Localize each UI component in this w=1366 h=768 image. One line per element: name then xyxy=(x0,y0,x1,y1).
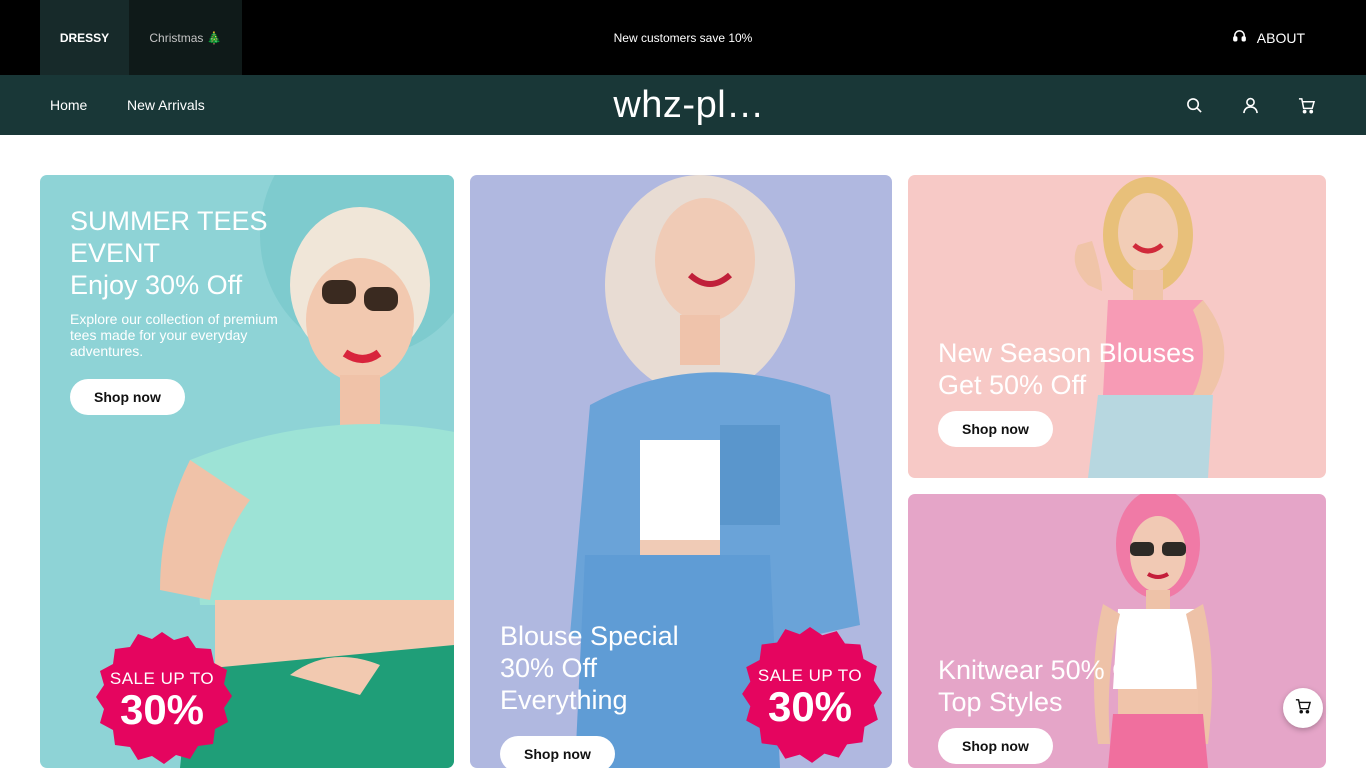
shop-now-button[interactable]: Shop now xyxy=(500,736,615,768)
cart-icon xyxy=(1295,698,1312,719)
sale-badge: SALE UP TO 30% xyxy=(738,625,882,768)
shop-now-button[interactable]: Shop now xyxy=(70,379,185,415)
banner-title-line: Get 50% Off xyxy=(938,370,1087,400)
banner-title-line: Everything xyxy=(500,685,628,715)
banner-text: Knitwear 50% Off Top Styles Shop now xyxy=(938,654,1198,764)
banner-title-line: Top Styles xyxy=(938,687,1063,717)
shop-now-button[interactable]: Shop now xyxy=(938,411,1053,447)
banner-title-line: Enjoy 30% Off xyxy=(70,270,243,300)
cart-icon[interactable] xyxy=(1296,95,1316,115)
store-tab-dressy[interactable]: DRESSY xyxy=(40,0,129,75)
promo-banner-new-season-blouses[interactable]: New Season Blouses Get 50% Off Shop now xyxy=(908,175,1326,478)
shop-now-button[interactable]: Shop now xyxy=(938,728,1053,764)
banner-title-line: Blouse Special xyxy=(500,621,679,651)
banner-text: SUMMER TEES EVENT Enjoy 30% Off Explore … xyxy=(70,205,310,415)
search-icon[interactable] xyxy=(1184,95,1204,115)
about-label: ABOUT xyxy=(1256,29,1305,46)
nav-new-arrivals-link[interactable]: New Arrivals xyxy=(127,75,205,135)
banner-description: Explore our collection of premium tees m… xyxy=(70,311,278,359)
badge-big-text: 30% xyxy=(119,686,205,733)
banner-text: Blouse Special 30% Off Everything Shop n… xyxy=(500,620,720,768)
promo-banner-summer-tees[interactable]: SUMMER TEES EVENT Enjoy 30% Off Explore … xyxy=(40,175,454,768)
about-link[interactable]: ABOUT xyxy=(1232,0,1305,75)
floating-cart-button[interactable] xyxy=(1283,688,1323,728)
banner-title-line: SUMMER TEES xyxy=(70,206,268,236)
main-nav: Home New Arrivals whz-pl… xyxy=(0,75,1366,135)
account-icon[interactable] xyxy=(1240,95,1260,115)
promo-banner-knitwear[interactable]: Knitwear 50% Off Top Styles Shop now xyxy=(908,494,1326,768)
nav-home-link[interactable]: Home xyxy=(50,75,87,135)
promo-banner-blouse-special[interactable]: Blouse Special 30% Off Everything Shop n… xyxy=(470,175,892,768)
badge-label: SALE UP TO 30% xyxy=(92,630,232,768)
banner-title-line: 30% Off xyxy=(500,653,598,683)
banner-title-line: EVENT xyxy=(70,238,161,268)
banner-title-line: New Season Blouses xyxy=(938,338,1195,368)
top-bar: DRESSY Christmas 🎄 New customers save 10… xyxy=(0,0,1366,75)
banner-title-line: Knitwear 50% Off xyxy=(938,655,1148,685)
sale-badge: SALE UP TO 30% xyxy=(92,630,232,768)
banner-text: New Season Blouses Get 50% Off Shop now xyxy=(938,337,1228,447)
headset-icon xyxy=(1232,29,1247,47)
badge-label: SALE UP TO 30% xyxy=(738,625,882,768)
badge-big-text: 30% xyxy=(767,683,853,730)
store-logo[interactable]: whz-pl… xyxy=(0,75,1366,135)
store-tab-christmas[interactable]: Christmas 🎄 xyxy=(129,0,242,75)
